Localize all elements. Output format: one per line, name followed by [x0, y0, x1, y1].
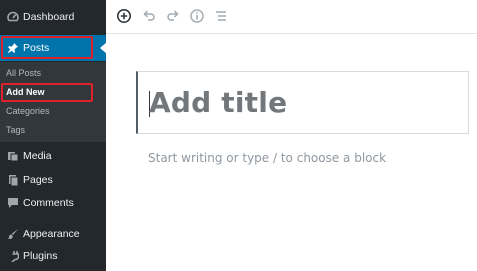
- posts-highlight-box: [1, 36, 93, 59]
- menu-label-comments: Comments: [23, 197, 74, 209]
- menu-item-plugins[interactable]: Plugins: [0, 243, 106, 269]
- menu-label-appearance: Appearance: [23, 228, 80, 240]
- comment-icon: [0, 190, 22, 216]
- undo-icon[interactable]: [141, 8, 157, 24]
- menu-label-media: Media: [23, 150, 52, 162]
- submenu-categories[interactable]: Categories: [6, 104, 50, 118]
- block-navigation-icon[interactable]: [213, 8, 229, 24]
- add-block-icon[interactable]: [116, 8, 132, 24]
- block-appender-placeholder[interactable]: Start writing or type / to choose a bloc…: [148, 151, 386, 165]
- menu-item-dashboard[interactable]: Dashboard: [0, 4, 106, 30]
- dashboard-icon: [0, 4, 22, 30]
- title-placeholder: Add title: [149, 86, 288, 119]
- menu-label-dashboard: Dashboard: [23, 11, 75, 23]
- submenu-all-posts[interactable]: All Posts: [6, 66, 41, 80]
- menu-label-plugins: Plugins: [23, 250, 58, 262]
- menu-label-pages: Pages: [23, 174, 53, 186]
- post-title-field[interactable]: Add title: [136, 71, 469, 134]
- info-icon[interactable]: [189, 8, 205, 24]
- posts-submenu: All Posts Add New Categories Tags: [0, 62, 106, 142]
- redo-icon[interactable]: [165, 8, 181, 24]
- add-new-highlight-box: [1, 83, 93, 102]
- menu-item-comments[interactable]: Comments: [0, 190, 106, 216]
- media-icon: [0, 143, 22, 169]
- submenu-tags[interactable]: Tags: [6, 123, 25, 137]
- editor-toolbar: [106, 0, 477, 34]
- menu-item-media[interactable]: Media: [0, 143, 106, 169]
- plugin-icon: [0, 243, 22, 269]
